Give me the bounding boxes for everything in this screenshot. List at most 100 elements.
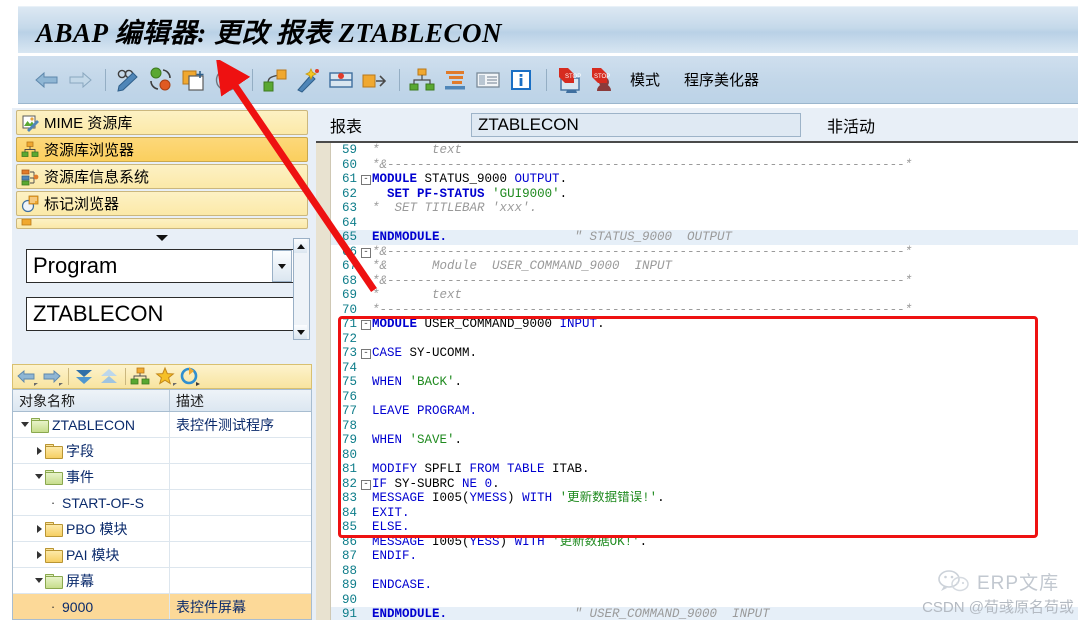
chevron-down-icon[interactable] (272, 250, 292, 282)
tree-row-description-cell (170, 516, 311, 541)
forward-arrow-icon[interactable] (65, 65, 95, 95)
chevron-right-icon[interactable] (33, 524, 45, 533)
code-line[interactable]: 83 MESSAGE I005(YMESS) WITH '更新数据错误!'. (331, 491, 1078, 506)
fold-toggle-icon[interactable]: - (360, 317, 372, 332)
fold-toggle-icon[interactable]: - (360, 346, 372, 361)
code-line[interactable]: 70 *-------------------------------------… (331, 303, 1078, 318)
sidebar-item-mime-repository[interactable]: MIME 资源库 (16, 110, 308, 135)
sidebar-item-tag-browser[interactable]: 标记浏览器 (16, 191, 308, 216)
code-line[interactable]: 79 WHEN 'SAVE'. (331, 433, 1078, 448)
scroll-up-button[interactable] (294, 239, 307, 253)
tree-row[interactable]: 事件 (13, 464, 311, 490)
code-line[interactable]: 74 (331, 361, 1078, 376)
line-number: 62 (341, 186, 357, 201)
tree-row[interactable]: PAI 模块 (13, 542, 311, 568)
code-line[interactable]: 82- IF SY-SUBRC NE 0. (331, 477, 1078, 492)
tree-row[interactable]: 字段 (13, 438, 311, 464)
code-text: ELSE. (372, 520, 410, 534)
new-object-icon[interactable] (179, 65, 209, 95)
panel-splitter[interactable] (12, 231, 312, 245)
code-line[interactable]: 85 ELSE. (331, 520, 1078, 535)
activate-icon[interactable] (146, 65, 176, 95)
toolbar-label-mode[interactable]: 模式 (630, 69, 660, 90)
line-number: 86 (341, 534, 357, 549)
sidebar-item-label: 标记浏览器 (44, 196, 120, 213)
refresh-icon[interactable] (179, 366, 203, 387)
chevron-down-icon[interactable] (33, 578, 45, 583)
code-line[interactable]: 67 *& Module USER_COMMAND_9000 INPUT (331, 259, 1078, 274)
code-line[interactable]: 65 ENDMODULE. " STATUS_9000 OUTPUT (331, 230, 1078, 245)
code-line[interactable]: 69 * text (331, 288, 1078, 303)
pretty-printer-icon[interactable] (293, 65, 323, 95)
code-line[interactable]: 61- MODULE STATUS_9000 OUTPUT. (331, 172, 1078, 187)
code-line[interactable]: 64 (331, 216, 1078, 231)
code-line[interactable]: 66- *&-----------------------------------… (331, 245, 1078, 260)
display-change-icon[interactable] (113, 65, 143, 95)
where-used-icon[interactable] (260, 65, 290, 95)
code-line[interactable]: 71- MODULE USER_COMMAND_9000 INPUT. (331, 317, 1078, 332)
code-line[interactable]: 81 MODIFY SPFLI FROM TABLE ITAB. (331, 462, 1078, 477)
code-line[interactable]: 87 ENDIF. (331, 549, 1078, 564)
sidebar-item-repository-browser[interactable]: 资源库浏览器 (16, 137, 308, 162)
spiral-icon[interactable] (212, 65, 242, 95)
code-line[interactable]: 62 SET PF-STATUS 'GUI9000'. (331, 187, 1078, 202)
code-line[interactable]: 84 EXIT. (331, 506, 1078, 521)
code-line[interactable]: 60 *&------------------------------------… (331, 158, 1078, 173)
sidebar-vertical-scrollbar[interactable] (293, 238, 310, 340)
fold-toggle-icon[interactable]: - (360, 477, 372, 492)
object-name-input[interactable]: ZTABLECON (26, 297, 294, 331)
favorites-icon[interactable] (154, 366, 178, 387)
fold-toggle-icon[interactable]: - (360, 172, 372, 187)
info-icon[interactable] (506, 65, 536, 95)
pattern-icon[interactable] (326, 65, 356, 95)
tree-row[interactable]: ZTABLECON 表控件测试程序 (13, 412, 311, 438)
code-line[interactable]: 86 MESSAGE I005(YESS) WITH '更新数据OK!'. (331, 535, 1078, 550)
collapse-all-icon[interactable] (97, 366, 121, 387)
breakpoint-user-icon[interactable]: STOP (587, 65, 617, 95)
object-type-combo[interactable]: Program (26, 249, 294, 283)
back-arrow-icon[interactable] (32, 65, 62, 95)
outline-icon[interactable] (440, 65, 470, 95)
expand-all-icon[interactable] (72, 366, 96, 387)
tree-forward-icon[interactable] (40, 366, 64, 387)
chevron-right-icon[interactable] (33, 446, 45, 455)
tree-row[interactable]: · 9000 表控件屏幕 (13, 594, 311, 619)
code-line[interactable]: 78 (331, 419, 1078, 434)
code-text: MESSAGE I005(YESS) WITH '更新数据OK!'. (372, 534, 648, 549)
list-icon[interactable] (473, 65, 503, 95)
chevron-down-icon[interactable] (33, 474, 45, 479)
clipped-item-icon (21, 219, 39, 228)
tree-row-name-cell: 事件 (13, 464, 170, 489)
code-line[interactable]: 77 LEAVE PROGRAM. (331, 404, 1078, 419)
scroll-down-button[interactable] (294, 325, 307, 339)
fold-toggle-icon[interactable]: - (360, 245, 372, 260)
tree-body: ZTABLECON 表控件测试程序 字段 事件 · START-OF-S PBO 模块 PAI… (13, 412, 311, 619)
sidebar-item-repository-infosystem[interactable]: 资源库信息系统 (16, 164, 308, 189)
code-line[interactable]: 63 * SET TITLEBAR 'xxx'. (331, 201, 1078, 216)
code-line[interactable]: 75 WHEN 'BACK'. (331, 375, 1078, 390)
chevron-down-icon[interactable] (19, 422, 31, 427)
object-list-icon[interactable] (129, 366, 153, 387)
tree-row[interactable]: PBO 模块 (13, 516, 311, 542)
toolbar-label-pretty-printer[interactable]: 程序美化器 (684, 69, 759, 90)
tree-row[interactable]: 屏幕 (13, 568, 311, 594)
insert-statement-icon[interactable] (359, 65, 389, 95)
tree-row[interactable]: · START-OF-S (13, 490, 311, 516)
object-navigator-icon[interactable] (407, 65, 437, 95)
program-name-input[interactable]: ZTABLECON (471, 112, 801, 137)
tree-back-icon[interactable] (15, 366, 39, 387)
code-line[interactable]: 59 * text (331, 143, 1078, 158)
chevron-right-icon[interactable] (33, 550, 45, 559)
folder-open-icon (31, 417, 49, 433)
code-line[interactable]: 68 *&------------------------------------… (331, 274, 1078, 289)
line-number: 90 (341, 592, 357, 607)
code-line[interactable]: 76 (331, 390, 1078, 405)
code-editor[interactable]: 59 * text 60 *&----------------------------… (316, 143, 1078, 620)
code-line[interactable]: 72 (331, 332, 1078, 347)
breakpoint-session-icon[interactable]: STOP (554, 65, 584, 95)
code-line[interactable]: 80 (331, 448, 1078, 463)
sidebar-item-clipped[interactable] (16, 218, 308, 229)
code-line[interactable]: 73- CASE SY-UCOMM. (331, 346, 1078, 361)
